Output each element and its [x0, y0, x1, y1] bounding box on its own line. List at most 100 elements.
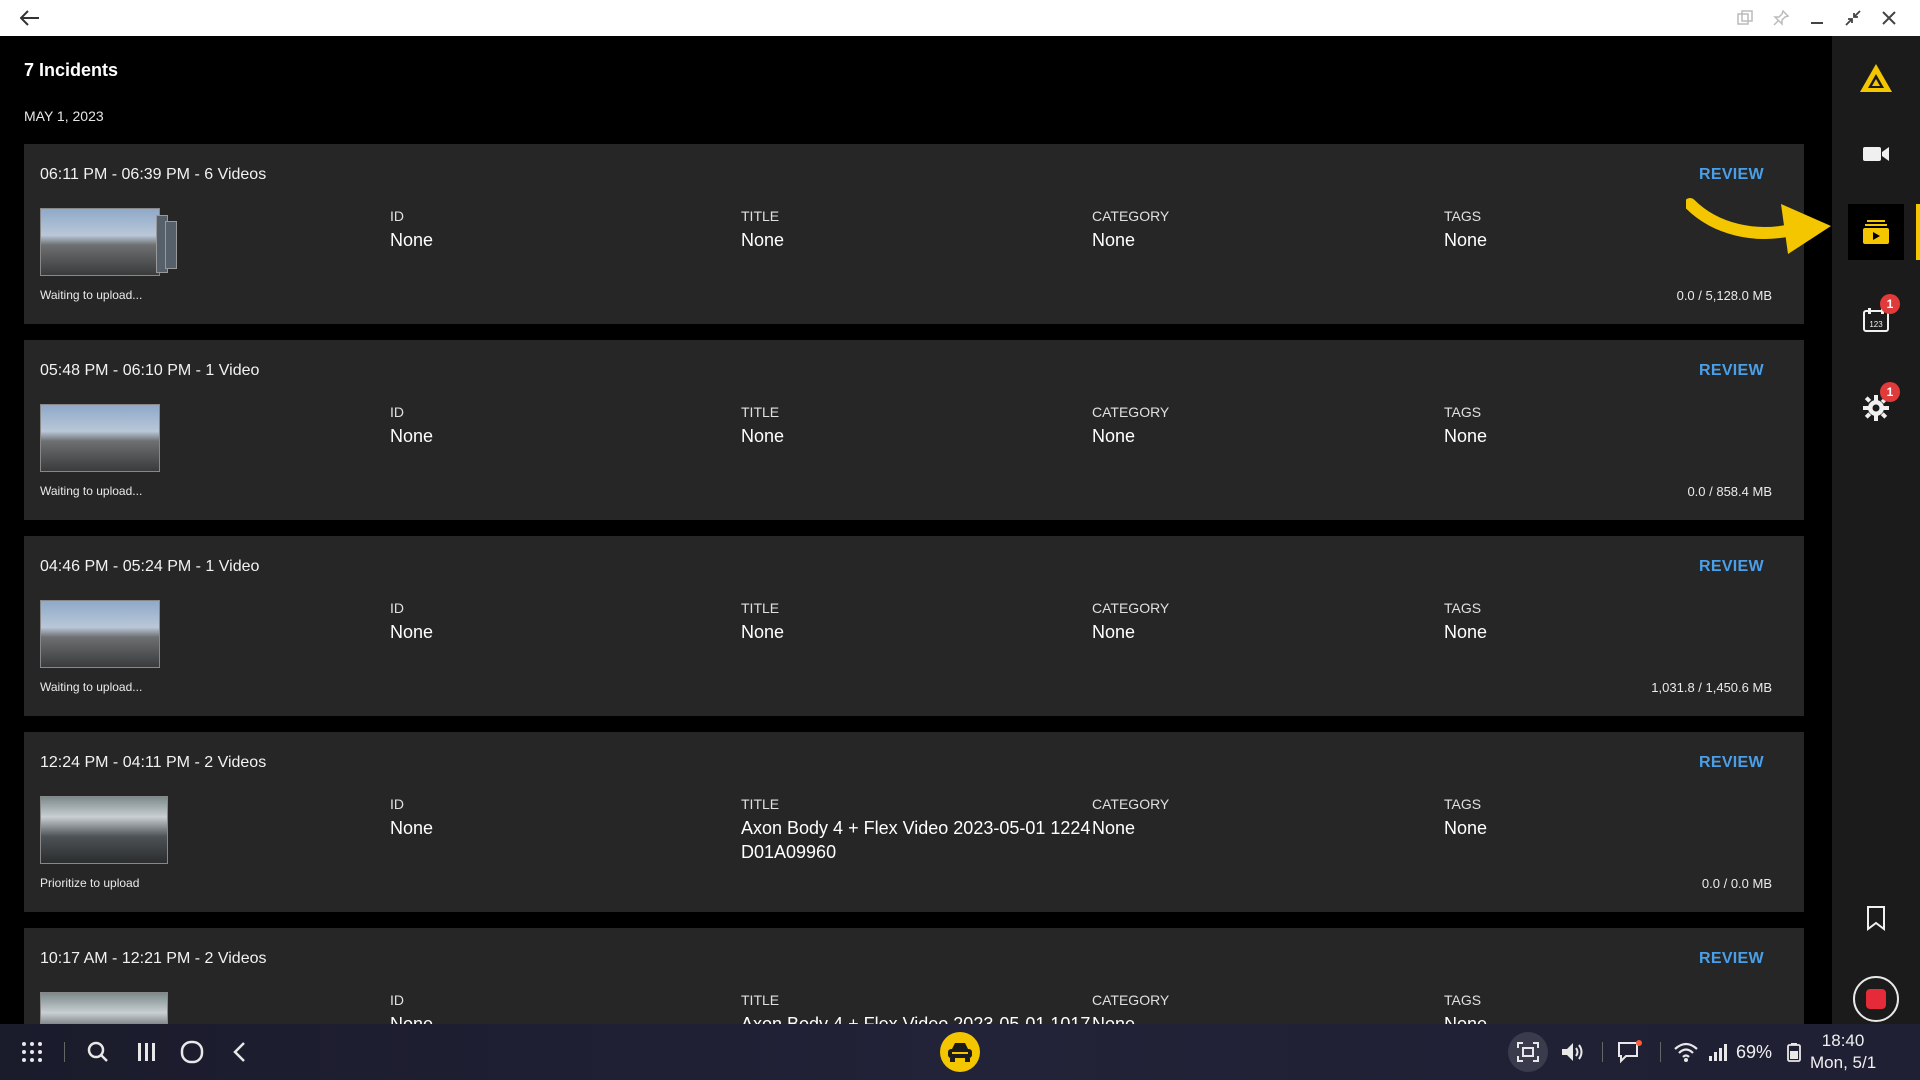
- upload-size: 0.0 / 5,128.0 MB: [1676, 288, 1772, 303]
- apps-grid-icon[interactable]: [16, 1036, 48, 1068]
- review-button[interactable]: REVIEW: [1699, 166, 1764, 184]
- title-field: TITLE None: [741, 600, 1091, 644]
- id-field: ID None: [390, 992, 740, 1024]
- incident-card[interactable]: 12:24 PM - 04:11 PM - 2 Videos REVIEW ID…: [24, 732, 1804, 912]
- record-stop-icon: [1866, 989, 1886, 1009]
- category-value: None: [1092, 622, 1136, 642]
- restore-icon[interactable]: [1840, 5, 1866, 31]
- upload-status: Waiting to upload...: [40, 288, 143, 302]
- tags-value: None: [1444, 426, 1488, 446]
- close-icon[interactable]: [1876, 5, 1902, 31]
- title-field: TITLE Axon Body 4 + Flex Video 2023-05-0…: [741, 796, 1091, 864]
- category-value: None: [1092, 230, 1136, 250]
- tags-value: None: [1444, 1014, 1488, 1024]
- video-thumbnail[interactable]: [40, 992, 168, 1024]
- category-field: CATEGORY None: [1092, 600, 1442, 644]
- tags-field: TAGS None: [1444, 600, 1794, 644]
- review-button[interactable]: REVIEW: [1699, 950, 1764, 968]
- axon-logo-icon[interactable]: [1848, 50, 1904, 106]
- tags-field: TAGS None: [1444, 404, 1794, 448]
- review-button[interactable]: REVIEW: [1699, 558, 1764, 576]
- incident-card[interactable]: 06:11 PM - 06:39 PM - 6 Videos REVIEW ID…: [24, 144, 1804, 324]
- taskbar-divider: [1602, 1042, 1603, 1062]
- counter-icon[interactable]: 123 1: [1848, 292, 1904, 348]
- back-arrow-icon[interactable]: [16, 6, 44, 30]
- tags-field: TAGS None: [1444, 992, 1794, 1024]
- category-label: CATEGORY: [1092, 600, 1170, 616]
- notification-badge: 1: [1880, 294, 1900, 314]
- search-icon[interactable]: [82, 1036, 114, 1068]
- incident-time: 05:48 PM - 06:10 PM - 1 Video: [40, 362, 260, 379]
- svg-text:123: 123: [1869, 320, 1883, 329]
- id-field: ID None: [390, 404, 740, 448]
- annotation-arrow-icon: [1686, 198, 1831, 254]
- id-field: ID None: [390, 208, 740, 252]
- clock[interactable]: 18:40 Mon, 5/1: [1810, 1030, 1876, 1074]
- minimize-icon[interactable]: [1804, 5, 1830, 31]
- video-camera-icon[interactable]: [1848, 126, 1904, 182]
- tags-label: TAGS: [1444, 796, 1482, 812]
- battery-icon[interactable]: [1778, 1036, 1810, 1068]
- screen-capture-icon[interactable]: [1508, 1032, 1548, 1072]
- upload-size: 0.0 / 858.4 MB: [1687, 484, 1772, 499]
- notification-badge: 1: [1880, 382, 1900, 402]
- incidents-list-panel: 7 Incidents MAY 1, 2023 06:11 PM - 06:39…: [0, 36, 1830, 1024]
- category-value: None: [1092, 426, 1136, 446]
- category-field: CATEGORY None: [1092, 796, 1442, 840]
- tags-value: None: [1444, 622, 1488, 642]
- category-label: CATEGORY: [1092, 404, 1170, 420]
- incident-time: 04:46 PM - 05:24 PM - 1 Video: [40, 558, 260, 575]
- police-car-app-icon[interactable]: [940, 1032, 980, 1072]
- video-thumbnail[interactable]: [40, 796, 168, 864]
- title-value: None: [741, 230, 785, 250]
- title-field: TITLE None: [741, 404, 1091, 448]
- incident-card[interactable]: 04:46 PM - 05:24 PM - 1 Video REVIEW ID …: [24, 536, 1804, 716]
- clock-date: Mon, 5/1: [1810, 1053, 1877, 1072]
- settings-icon[interactable]: 1: [1848, 380, 1904, 436]
- incident-card[interactable]: 05:48 PM - 06:10 PM - 1 Video REVIEW ID …: [24, 340, 1804, 520]
- review-button[interactable]: REVIEW: [1699, 754, 1764, 772]
- id-field: ID None: [390, 796, 740, 840]
- category-field: CATEGORY None: [1092, 208, 1442, 252]
- id-value: None: [390, 230, 434, 250]
- title-field: TITLE None: [741, 208, 1091, 252]
- category-value: None: [1092, 818, 1136, 838]
- video-thumbnail[interactable]: [40, 404, 160, 472]
- incidents-icon[interactable]: [1848, 204, 1904, 260]
- notification-message-icon[interactable]: [1614, 1036, 1646, 1068]
- incident-time: 10:17 AM - 12:21 PM - 2 Videos: [40, 950, 267, 967]
- tags-field: TAGS None: [1444, 796, 1794, 840]
- record-stop-button[interactable]: [1853, 976, 1899, 1022]
- title-label: TITLE: [741, 796, 780, 812]
- title-label: TITLE: [741, 992, 780, 1008]
- video-thumbnail[interactable]: [40, 208, 177, 276]
- tags-label: TAGS: [1444, 404, 1482, 420]
- volume-icon[interactable]: [1556, 1036, 1588, 1068]
- home-icon[interactable]: [176, 1036, 208, 1068]
- review-button[interactable]: REVIEW: [1699, 362, 1764, 380]
- signal-icon[interactable]: [1702, 1036, 1734, 1068]
- taskbar-divider: [1660, 1042, 1661, 1062]
- category-label: CATEGORY: [1092, 208, 1170, 224]
- system-taskbar: 69% 18:40 Mon, 5/1: [0, 1024, 1920, 1080]
- recent-apps-icon[interactable]: [130, 1036, 162, 1068]
- taskbar-divider: [64, 1042, 65, 1062]
- nav-back-icon[interactable]: [224, 1036, 256, 1068]
- right-sidebar: 123 1 1: [1832, 36, 1920, 1024]
- video-thumbnail[interactable]: [40, 600, 160, 668]
- bookmark-icon[interactable]: [1848, 890, 1904, 946]
- id-label: ID: [390, 208, 404, 224]
- id-value: None: [390, 426, 434, 446]
- pin-icon[interactable]: [1768, 5, 1794, 31]
- wifi-icon[interactable]: [1670, 1036, 1702, 1068]
- popup-view-icon[interactable]: [1732, 5, 1758, 31]
- incident-card[interactable]: 10:17 AM - 12:21 PM - 2 Videos REVIEW ID…: [24, 928, 1804, 1024]
- incident-time: 12:24 PM - 04:11 PM - 2 Videos: [40, 754, 267, 771]
- active-indicator: [1916, 204, 1920, 260]
- incident-time: 06:11 PM - 06:39 PM - 6 Videos: [40, 166, 267, 183]
- upload-size: 0.0 / 0.0 MB: [1701, 876, 1772, 891]
- tags-label: TAGS: [1444, 992, 1482, 1008]
- category-value: None: [1092, 1014, 1136, 1024]
- id-field: ID None: [390, 600, 740, 644]
- title-value: Axon Body 4 + Flex Video 2023-05-01 1017: [741, 1014, 1091, 1024]
